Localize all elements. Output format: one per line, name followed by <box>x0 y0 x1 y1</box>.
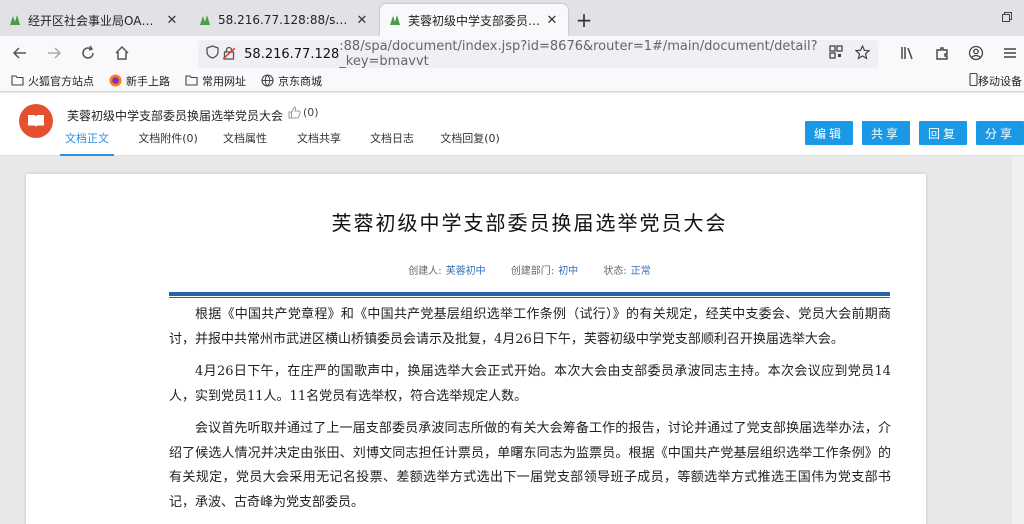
status-value: 正常 <box>630 266 651 277</box>
tab-share[interactable]: 文档共享 <box>294 130 344 156</box>
like-count: (0) <box>303 106 319 119</box>
paragraph: 会议首先听取并通过了上一届支部委员承波同志所做的有关大会筹备工作的报告，讨论并通… <box>169 421 891 510</box>
folder-icon <box>184 74 198 88</box>
dept-label: 创建部门: <box>510 266 555 277</box>
action-buttons: 编辑 共享 回复 分享 <box>796 121 1024 145</box>
site-favicon-icon <box>200 15 210 25</box>
creator-value: 芙蓉初中 <box>445 266 486 277</box>
edit-button[interactable]: 编辑 <box>805 121 853 145</box>
bookmark-star-icon[interactable] <box>854 44 871 64</box>
window-controls <box>990 0 1024 34</box>
article-body: 根据《中国共产党章程》和《中国共产党基层组织选举工作条例（试行）》的有关规定，经… <box>169 303 891 523</box>
status-label: 状态: <box>603 266 627 277</box>
document-header: 芙蓉初级中学支部委员换届选举党员大会 (0) 文档正文 文档附件(0) 文档属性… <box>0 93 1024 156</box>
bookmark-label: 火狐官方站点 <box>28 74 94 88</box>
site-favicon-icon <box>10 15 20 25</box>
title-divider <box>169 292 890 296</box>
close-tab-icon[interactable]: ✕ <box>354 13 370 28</box>
share-internal-button[interactable]: 共享 <box>862 121 910 145</box>
reply-button[interactable]: 回复 <box>919 121 967 145</box>
account-icon[interactable] <box>962 39 990 67</box>
site-favicon-icon <box>390 15 400 25</box>
bookmark-item[interactable]: 新手上路 <box>108 73 170 89</box>
creator-label: 创建人: <box>408 266 442 277</box>
address-bar[interactable]: 58.216.77.128:88/spa/document/index.jsp?… <box>198 39 878 69</box>
dept-value: 初中 <box>558 266 579 277</box>
share-button[interactable]: 分享 <box>976 121 1024 145</box>
paragraph: 4月26日下午，在庄严的国歌声中，换届选举大会正式开始。本次大会由支部委员承波同… <box>169 364 891 404</box>
url-path: :88/spa/document/index.jsp?id=8676&route… <box>339 39 818 69</box>
shield-icon[interactable] <box>206 45 223 63</box>
bookmark-label: 常用网址 <box>202 74 246 88</box>
new-tab-button[interactable]: + <box>570 4 598 36</box>
bookmark-label: 京东商城 <box>278 74 322 88</box>
like-button[interactable]: (0) <box>288 106 319 119</box>
browser-tab-oa[interactable]: 经开区社会事业局OA管理平台 ✕ <box>0 4 188 36</box>
library-icon[interactable] <box>894 39 922 67</box>
firefox-icon <box>108 74 122 88</box>
document-title: 芙蓉初级中学支部委员换届选举党员大会 <box>67 109 284 123</box>
tab-replies[interactable]: 文档回复(0) <box>440 130 500 156</box>
article-title: 芙蓉初级中学支部委员换届选举党员大会 <box>331 211 728 235</box>
document-tabs: 文档正文 文档附件(0) 文档属性 文档共享 文档日志 文档回复(0) <box>60 130 500 156</box>
folder-icon <box>10 74 24 88</box>
arrow-left-icon[interactable] <box>6 39 34 67</box>
browser-nav-bar: 58.216.77.128:88/spa/document/index.jsp?… <box>0 36 1024 70</box>
insecure-lock-icon[interactable] <box>222 46 240 63</box>
mobile-bookmarks[interactable]: 移动设备 <box>969 70 1022 92</box>
reload-icon[interactable] <box>74 39 102 67</box>
close-tab-icon[interactable]: ✕ <box>544 13 560 28</box>
tab-attachments[interactable]: 文档附件(0) <box>128 130 208 156</box>
bookmark-folder[interactable]: 火狐官方站点 <box>10 73 94 89</box>
menu-icon[interactable] <box>996 39 1024 67</box>
mobile-device-icon <box>969 72 978 89</box>
book-icon <box>19 104 53 138</box>
tab-document-body[interactable]: 文档正文 <box>60 130 114 156</box>
bookmarks-bar: 火狐官方站点 新手上路 常用网址 京东商城 移动设备 <box>0 70 1024 92</box>
title-divider-thin <box>169 297 890 298</box>
bookmark-label: 新手上路 <box>126 74 170 88</box>
article-meta: 创建人: 芙蓉初中 创建部门: 初中 状态: 正常 <box>169 262 890 277</box>
tab-label: 58.216.77.128:88/spa/docum <box>218 13 354 27</box>
globe-icon <box>260 74 274 88</box>
tab-label: 经开区社会事业局OA管理平台 <box>28 13 164 28</box>
paragraph: 根据《中国共产党章程》和《中国共产党基层组织选举工作条例（试行）》的有关规定，经… <box>169 307 891 347</box>
restore-window-icon[interactable] <box>990 0 1024 34</box>
thumbs-up-icon <box>288 106 301 119</box>
tab-properties[interactable]: 文档属性 <box>220 130 270 156</box>
browser-tab-document[interactable]: 芙蓉初级中学支部委员换届选举 ✕ <box>380 4 568 36</box>
tab-log[interactable]: 文档日志 <box>367 130 417 156</box>
home-icon[interactable] <box>108 39 136 67</box>
browser-tab-spa[interactable]: 58.216.77.128:88/spa/docum ✕ <box>190 4 378 36</box>
close-tab-icon[interactable]: ✕ <box>164 13 180 28</box>
bookmark-folder[interactable]: 常用网址 <box>184 73 246 89</box>
bookmark-item[interactable]: 京东商城 <box>260 73 322 89</box>
extensions-icon[interactable] <box>928 39 956 67</box>
qr-code-icon[interactable] <box>829 45 843 63</box>
url-host: 58.216.77.128 <box>244 46 340 62</box>
scrollbar[interactable] <box>1012 156 1024 524</box>
arrow-right-icon[interactable] <box>40 39 68 67</box>
tab-label: 芙蓉初级中学支部委员换届选举 <box>408 13 544 28</box>
bookmark-label: 移动设备 <box>978 75 1022 88</box>
browser-tab-strip: 经开区社会事业局OA管理平台 ✕ 58.216.77.128:88/spa/do… <box>0 0 1024 36</box>
